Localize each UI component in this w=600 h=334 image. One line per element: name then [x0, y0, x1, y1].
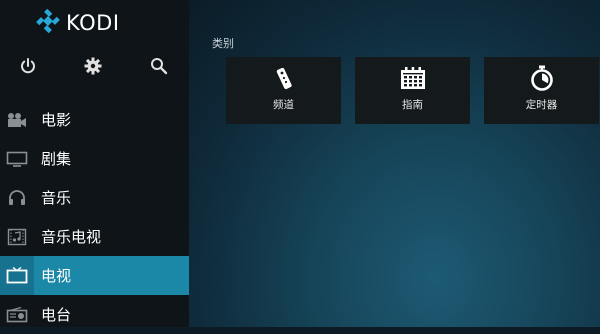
sidebar-item-label: 音乐电视 — [41, 228, 102, 246]
category-title: 类别 — [212, 37, 234, 50]
sidebar-item-label: 电台 — [41, 306, 72, 324]
tv-icon — [0, 256, 34, 295]
movie-camera-icon — [0, 100, 34, 139]
logo-text: KODI — [66, 11, 120, 35]
sidebar-item-tv[interactable]: 电视 — [0, 256, 189, 295]
tile-timers[interactable]: 定时器 — [484, 57, 599, 124]
search-icon[interactable] — [145, 52, 173, 80]
sidebar-item-label: 剧集 — [41, 150, 72, 168]
sidebar-item-tv-shows[interactable]: 剧集 — [0, 139, 189, 178]
sidebar-item-music-videos[interactable]: 音乐电视 — [0, 217, 189, 256]
sidebar-nav: 电影 剧集 音乐 音乐电视 电视 电台 — [0, 100, 189, 334]
tile-label: 指南 — [402, 99, 423, 111]
gear-icon[interactable] — [79, 52, 107, 80]
sidebar-item-label: 电影 — [41, 111, 72, 129]
music-video-icon — [0, 217, 34, 256]
sidebar: KODI 电影 剧集 音乐 音乐电视 电视 电台 — [0, 0, 189, 327]
sidebar-item-label: 电视 — [41, 267, 72, 285]
sidebar-item-movies[interactable]: 电影 — [0, 100, 189, 139]
kodi-logo-icon — [36, 8, 60, 37]
sidebar-item-music[interactable]: 音乐 — [0, 178, 189, 217]
top-toolbar — [0, 52, 189, 82]
headphones-icon — [0, 178, 34, 217]
kodi-logo[interactable]: KODI — [36, 8, 120, 37]
tile-guide[interactable]: 指南 — [355, 57, 470, 124]
power-icon[interactable] — [14, 52, 42, 80]
main-panel — [189, 0, 600, 327]
radio-icon — [0, 295, 34, 334]
timer-icon — [530, 65, 554, 91]
remote-icon — [274, 65, 294, 91]
tile-channels[interactable]: 频道 — [226, 57, 341, 124]
monitor-icon — [0, 139, 34, 178]
tile-label: 频道 — [273, 99, 294, 111]
tile-label: 定时器 — [525, 99, 558, 111]
sidebar-item-label: 音乐 — [41, 189, 72, 207]
calendar-icon — [400, 65, 426, 91]
sidebar-item-radio[interactable]: 电台 — [0, 295, 189, 334]
